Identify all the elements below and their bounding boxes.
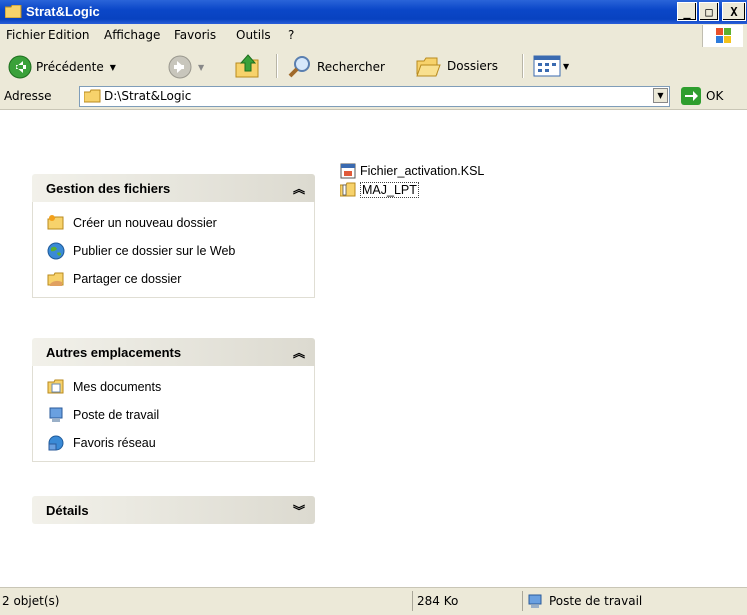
up-folder-icon <box>235 54 259 78</box>
address-value: D:\Strat&Logic <box>104 89 192 103</box>
status-location-label: Poste de travail <box>549 594 643 608</box>
back-label: Précédente <box>36 60 104 74</box>
back-button[interactable]: Précédente ▼ <box>8 55 116 79</box>
task-pane: Gestion des fichiers ︽ Créer un nouveau … <box>0 110 330 586</box>
file-name: Fichier_activation.KSL <box>360 164 485 178</box>
panel-header[interactable]: Détails ︾ <box>32 496 315 524</box>
place-network[interactable]: Favoris réseau <box>33 429 314 457</box>
other-places-panel: Autres emplacements ︽ Mes documents Post… <box>32 338 315 462</box>
task-share-folder[interactable]: Partager ce dossier <box>33 265 314 293</box>
place-label: Favoris réseau <box>73 436 156 450</box>
share-folder-icon <box>47 272 64 286</box>
place-label: Mes documents <box>73 380 162 394</box>
file-item[interactable]: Fichier_activation.KSL <box>340 163 484 179</box>
panel-header[interactable]: Autres emplacements ︽ <box>32 338 315 366</box>
window-title: Strat&Logic <box>26 4 100 19</box>
place-my-documents[interactable]: Mes documents <box>33 373 314 401</box>
menu-favoris[interactable]: Favoris <box>174 28 216 42</box>
publish-web-icon <box>47 242 65 260</box>
status-bar: 2 objet(s) 284 Ko Poste de travail <box>0 587 747 615</box>
folder-icon <box>5 5 22 18</box>
ksl-file-icon <box>340 163 356 179</box>
network-places-icon <box>48 435 64 451</box>
menu-help[interactable]: ? <box>288 28 294 42</box>
new-folder-icon <box>47 215 64 230</box>
details-panel: Détails ︾ <box>32 496 315 524</box>
file-name: MAJ_LPT <box>360 182 419 198</box>
forward-button[interactable]: ▼ <box>168 55 204 79</box>
search-button[interactable]: Rechercher <box>287 54 385 80</box>
chevron-down-icon[interactable]: ▼ <box>110 63 116 72</box>
views-icon <box>533 55 561 77</box>
file-item[interactable]: MAJ_LPT <box>340 182 419 198</box>
expand-chevron-icon[interactable]: ︾ <box>293 502 305 519</box>
status-location: Poste de travail <box>522 591 642 611</box>
place-my-computer[interactable]: Poste de travail <box>33 401 314 429</box>
address-dropdown-button[interactable]: ▼ <box>653 88 668 103</box>
go-arrow-icon <box>685 91 698 101</box>
search-icon <box>288 56 310 78</box>
go-label[interactable]: OK <box>706 89 723 103</box>
my-computer-icon <box>528 594 542 608</box>
address-input[interactable]: D:\Strat&Logic ▼ <box>79 86 670 107</box>
back-arrow-icon <box>8 55 32 79</box>
panel-title: Autres emplacements <box>46 345 182 360</box>
my-computer-icon <box>49 407 63 422</box>
menu-fichier[interactable]: Fichier <box>6 28 45 42</box>
search-label: Rechercher <box>317 60 385 74</box>
place-label: Poste de travail <box>73 408 160 422</box>
up-folder-button[interactable] <box>234 53 262 81</box>
collapse-chevron-icon[interactable]: ︽ <box>293 344 305 361</box>
windows-logo-icon <box>702 25 743 47</box>
task-label: Publier ce dossier sur le Web <box>73 244 236 258</box>
folders-label: Dossiers <box>447 59 498 73</box>
collapse-chevron-icon[interactable]: ︽ <box>293 180 305 197</box>
zip-folder-icon <box>340 182 356 197</box>
views-button[interactable]: ▼ <box>533 54 569 78</box>
address-label: Adresse <box>4 89 52 103</box>
maximize-button[interactable]: □ <box>699 2 719 21</box>
task-publish-web[interactable]: Publier ce dossier sur le Web <box>33 237 314 265</box>
task-create-folder[interactable]: Créer un nouveau dossier <box>33 209 314 237</box>
folder-icon <box>84 89 101 103</box>
folders-icon <box>416 57 441 77</box>
menu-affichage[interactable]: Affichage <box>104 28 160 42</box>
file-tasks-panel: Gestion des fichiers ︽ Créer un nouveau … <box>32 174 315 298</box>
toolbar: Précédente ▼ ▼ Rechercher Dossiers ▼ <box>0 48 747 85</box>
menu-edition[interactable]: Edition <box>48 28 90 42</box>
my-documents-icon <box>47 379 64 394</box>
task-label: Créer un nouveau dossier <box>73 216 217 230</box>
menu-outils[interactable]: Outils <box>236 28 271 42</box>
chevron-down-icon[interactable]: ▼ <box>563 62 569 71</box>
status-size: 284 Ko <box>412 591 458 611</box>
panel-title: Gestion des fichiers <box>46 181 171 196</box>
menu-bar: Fichier Edition Affichage Favoris Outils… <box>0 24 747 49</box>
panel-header[interactable]: Gestion des fichiers ︽ <box>32 174 315 202</box>
close-button[interactable]: X <box>722 2 746 21</box>
title-bar: Strat&Logic _ □ X <box>0 0 747 24</box>
status-object-count: 2 objet(s) <box>2 594 60 608</box>
go-button[interactable] <box>681 87 701 105</box>
panel-title: Détails <box>46 503 89 518</box>
address-bar: Adresse D:\Strat&Logic ▼ OK <box>0 84 747 110</box>
forward-arrow-icon <box>168 55 192 79</box>
folders-button[interactable]: Dossiers <box>415 54 498 78</box>
task-label: Partager ce dossier <box>73 272 182 286</box>
chevron-down-icon[interactable]: ▼ <box>198 63 204 72</box>
minimize-button[interactable]: _ <box>677 2 697 21</box>
